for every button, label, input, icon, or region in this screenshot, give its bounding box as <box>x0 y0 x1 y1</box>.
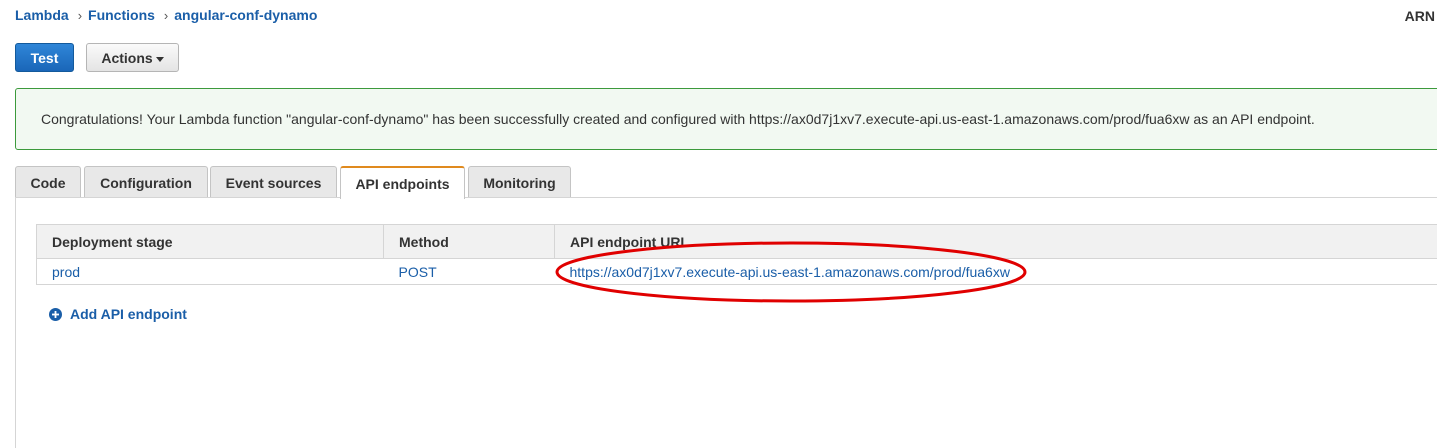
api-endpoints-table: Deployment stage Method API endpoint URL… <box>36 224 1437 285</box>
table-row: prod POST https://ax0d7j1xv7.execute-api… <box>36 258 1437 285</box>
tab-code[interactable]: Code <box>15 166 81 198</box>
tab-api-endpoints[interactable]: API endpoints <box>340 166 465 199</box>
breadcrumb-separator: › <box>77 7 83 23</box>
breadcrumb-lambda[interactable]: Lambda <box>15 7 69 23</box>
add-api-endpoint-label: Add API endpoint <box>70 306 187 322</box>
arn-label: ARN <box>1404 8 1435 24</box>
caret-down-icon <box>155 56 164 62</box>
breadcrumb-function-name[interactable]: angular-conf-dynamo <box>174 7 317 23</box>
tab-configuration-label: Configuration <box>100 174 192 191</box>
success-alert-message: Congratulations! Your Lambda function "a… <box>41 111 1315 127</box>
breadcrumb-separator: › <box>163 7 169 23</box>
table-header-row: Deployment stage Method API endpoint URL <box>36 224 1437 259</box>
success-alert: Congratulations! Your Lambda function "a… <box>15 88 1437 150</box>
breadcrumb-functions[interactable]: Functions <box>88 7 155 23</box>
column-header-method[interactable]: Method <box>383 224 555 259</box>
plus-circle-icon <box>49 307 62 321</box>
column-header-api-endpoint-url[interactable]: API endpoint URL <box>554 224 1437 259</box>
tab-monitoring-label: Monitoring <box>483 174 556 191</box>
lambda-console-page: Lambda › Functions › angular-conf-dynamo… <box>0 0 1437 448</box>
api-endpoint-url-link[interactable]: https://ax0d7j1xv7.execute-api.us-east-1… <box>570 264 1010 280</box>
test-button[interactable]: Test <box>15 43 74 72</box>
deployment-stage-link[interactable]: prod <box>52 264 80 280</box>
tab-event-sources-label: Event sources <box>225 174 322 191</box>
tab-api-endpoints-label: API endpoints <box>355 175 450 192</box>
actions-button-label: Actions <box>101 49 153 66</box>
column-header-deployment-stage[interactable]: Deployment stage <box>36 224 384 259</box>
test-button-label: Test <box>30 49 59 66</box>
tab-configuration[interactable]: Configuration <box>84 166 208 198</box>
tab-monitoring[interactable]: Monitoring <box>468 166 571 198</box>
tab-code-label: Code <box>30 174 66 191</box>
tab-event-sources[interactable]: Event sources <box>210 166 337 198</box>
breadcrumb: Lambda › Functions › angular-conf-dynamo <box>15 7 317 23</box>
method-link[interactable]: POST <box>399 264 437 280</box>
add-api-endpoint-button[interactable]: Add API endpoint <box>49 306 187 322</box>
actions-dropdown-button[interactable]: Actions <box>86 43 179 72</box>
